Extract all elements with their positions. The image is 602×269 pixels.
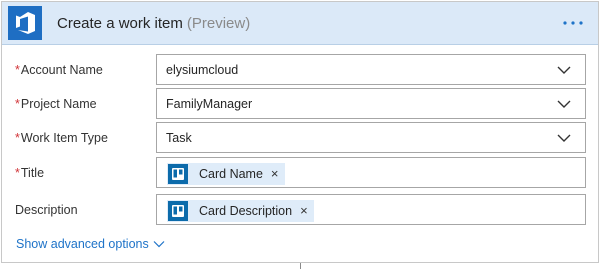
work-item-type-label: *Work Item Type xyxy=(15,131,108,145)
title-label-text: Title xyxy=(20,166,45,180)
project-name-row: *Project Name FamilyManager xyxy=(2,88,598,120)
description-input[interactable]: Card Description × xyxy=(156,194,586,225)
ellipsis-icon xyxy=(563,21,583,25)
project-name-value: FamilyManager xyxy=(166,97,253,111)
more-options-button[interactable] xyxy=(562,15,584,31)
chevron-down-icon xyxy=(153,241,165,248)
chevron-down-icon[interactable] xyxy=(557,97,571,111)
card-name-token-label: Card Name xyxy=(199,167,263,181)
project-name-label: *Project Name xyxy=(15,97,97,111)
account-name-value: elysiumcloud xyxy=(166,63,239,77)
required-marker: * xyxy=(15,97,20,111)
chevron-down-icon[interactable] xyxy=(557,63,571,77)
chevron-down-icon[interactable] xyxy=(557,131,571,145)
card-description-token-label: Card Description xyxy=(199,204,293,218)
title-label: *Title xyxy=(15,166,44,180)
description-label: Description xyxy=(15,203,78,217)
project-name-label-text: Project Name xyxy=(20,97,97,111)
card-name-token[interactable]: Card Name × xyxy=(167,163,285,185)
required-marker: * xyxy=(15,131,20,145)
account-name-label: *Account Name xyxy=(15,63,103,77)
card-title-preview-tag: (Preview) xyxy=(186,15,251,32)
work-item-card: Create a work item (Preview) *Account Nam… xyxy=(1,1,599,263)
title-input[interactable]: Card Name × xyxy=(156,157,586,188)
flow-connector xyxy=(300,263,301,269)
show-advanced-options-link[interactable]: Show advanced options xyxy=(16,237,165,251)
account-name-row: *Account Name elysiumcloud xyxy=(2,54,598,86)
card-title: Create a work item (Preview) xyxy=(57,15,250,32)
title-row: *Title Card Name × xyxy=(2,157,598,189)
account-name-label-text: Account Name xyxy=(20,63,103,77)
work-item-type-value: Task xyxy=(166,131,192,145)
description-row: Description Card Description × xyxy=(2,194,598,226)
required-marker: * xyxy=(15,166,20,180)
visual-studio-team-services-icon xyxy=(8,6,42,40)
card-header[interactable]: Create a work item (Preview) xyxy=(2,2,598,45)
project-name-dropdown[interactable]: FamilyManager xyxy=(156,88,586,119)
work-item-type-dropdown[interactable]: Task xyxy=(156,122,586,153)
card-description-token[interactable]: Card Description × xyxy=(167,200,314,222)
card-title-text: Create a work item xyxy=(57,15,183,32)
work-item-type-label-text: Work Item Type xyxy=(20,131,108,145)
account-name-dropdown[interactable]: elysiumcloud xyxy=(156,54,586,85)
show-advanced-options-label: Show advanced options xyxy=(16,237,149,251)
work-item-type-row: *Work Item Type Task xyxy=(2,122,598,154)
close-icon[interactable]: × xyxy=(300,204,308,217)
required-marker: * xyxy=(15,63,20,77)
trello-icon xyxy=(168,201,188,221)
trello-icon xyxy=(168,164,188,184)
close-icon[interactable]: × xyxy=(271,167,279,180)
